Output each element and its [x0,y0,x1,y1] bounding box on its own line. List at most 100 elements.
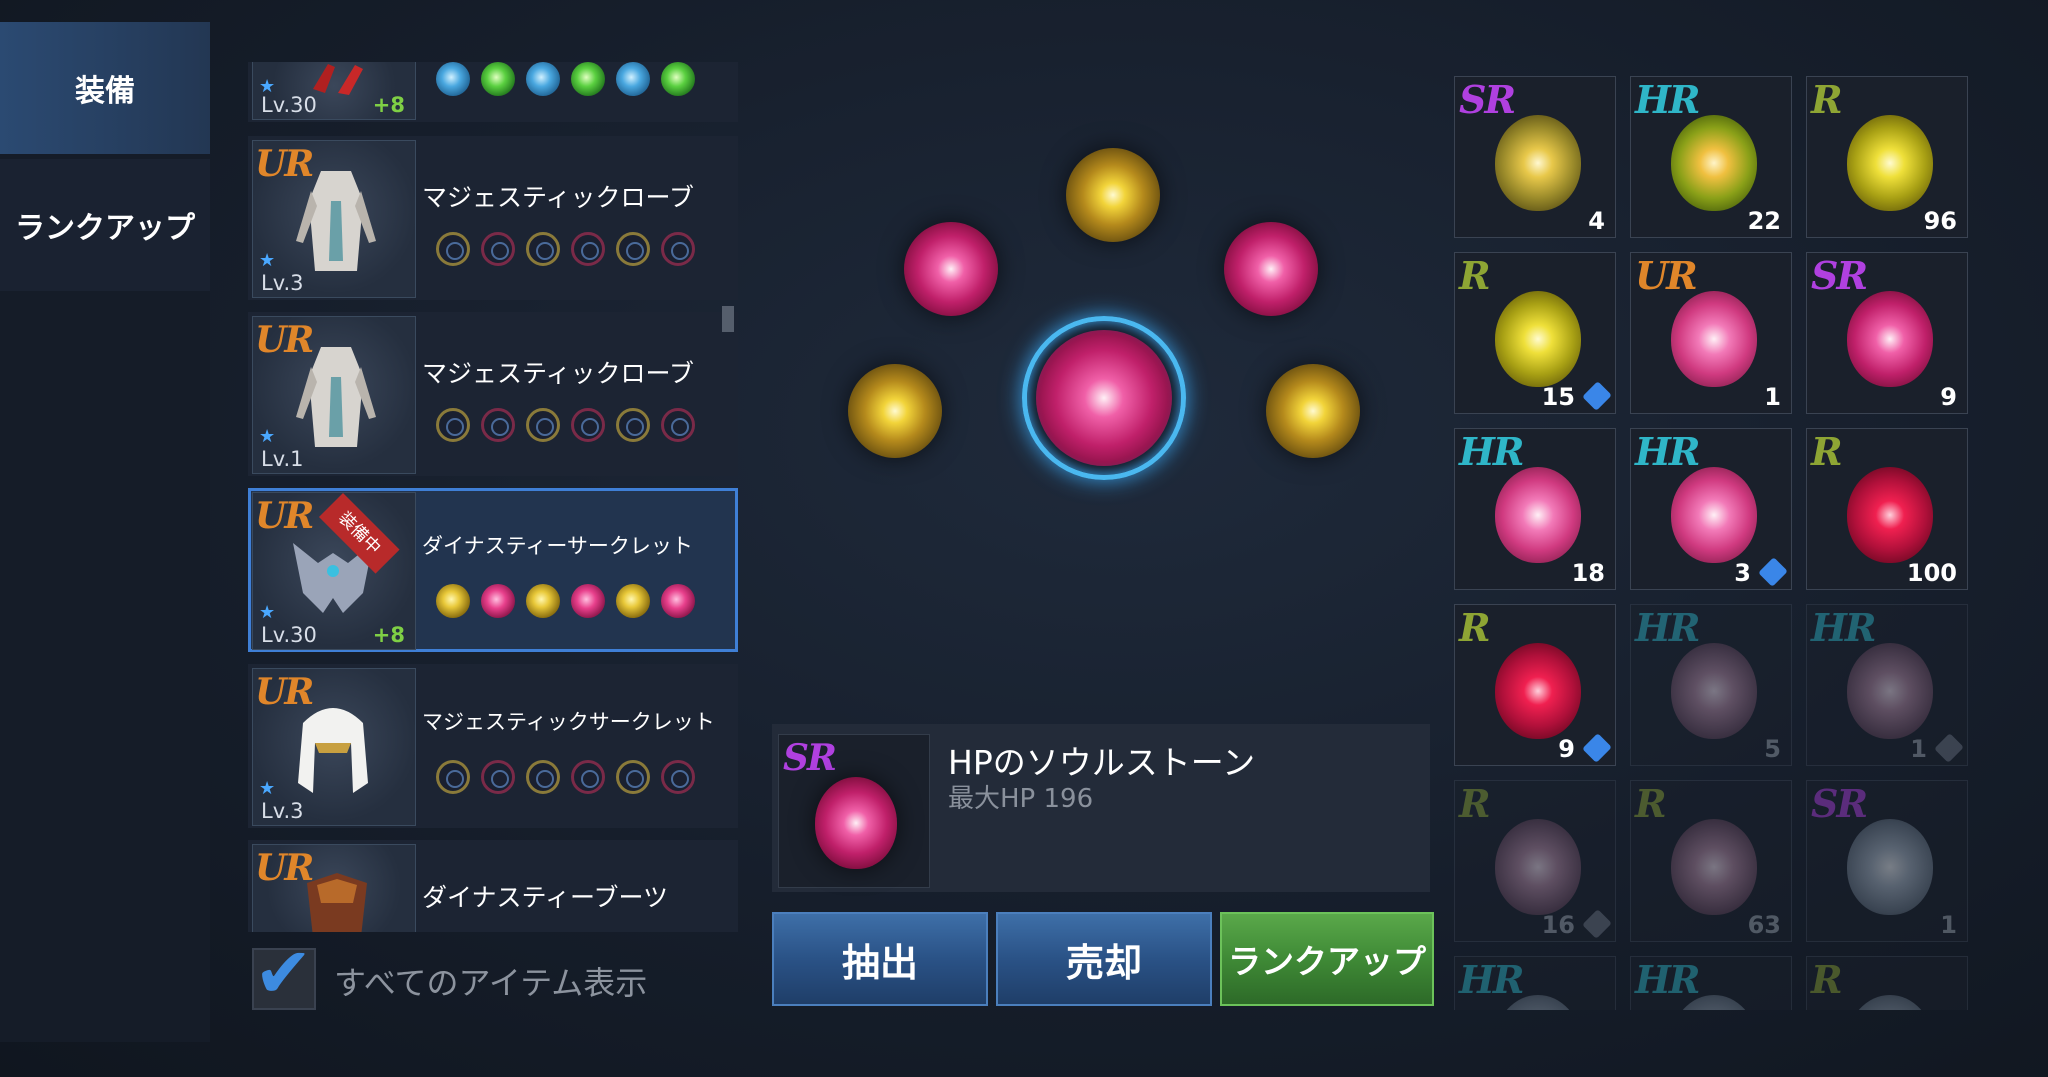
item-thumbnail: UR [252,844,416,932]
item-thumbnail: ★ Lv.30 +8 [252,62,416,120]
empty-socket [436,760,470,794]
stone-count: 100 [1906,559,1957,587]
list-item[interactable]: UR ★ Lv.3 マジェスティックローブ [248,136,738,300]
empty-socket [526,232,560,266]
inventory-slot[interactable]: UR 1 [1630,252,1792,414]
stone-count: 63 [1747,911,1781,939]
socket-yellow-left[interactable] [848,364,942,458]
show-all-checkbox[interactable]: ✔ [252,938,316,1010]
inventory-slot[interactable]: R 9 [1454,604,1616,766]
inventory-slot-disabled[interactable]: R [1806,956,1968,1010]
rankup-button[interactable]: ランクアップ [1220,912,1434,1006]
inventory-slot[interactable]: HR 22 [1630,76,1792,238]
star-icon: ★ [259,778,276,799]
item-level: Lv.3 [261,799,304,823]
soulstone-inventory[interactable]: SR 4 HR 22 R 96 R 15 UR 1 SR 9 HR 18 HR … [1452,74,1972,1010]
soulstone-icon [1847,995,1933,1010]
star-icon: ★ [259,250,276,271]
soulstone-icon [1847,115,1933,211]
rarity-label: R [1811,429,1843,474]
item-thumbnail: UR ★ Lv.1 [252,316,416,474]
inventory-slot-disabled[interactable]: R 63 [1630,780,1792,942]
rarity-label: HR [1635,429,1700,474]
list-item[interactable]: UR ダイナスティーブーツ [248,840,738,932]
inventory-slot[interactable]: SR 4 [1454,76,1616,238]
rarity-label: R [1811,77,1843,122]
inventory-slot[interactable]: R 15 [1454,252,1616,414]
inventory-slot[interactable]: SR 9 [1806,252,1968,414]
empty-socket [481,232,515,266]
item-level: Lv.30 [261,93,317,117]
soulstone-icon [815,777,897,869]
inventory-slot-disabled[interactable]: HR 5 [1630,604,1792,766]
stone-count: 1 [1910,735,1927,763]
empty-socket [481,408,515,442]
empty-socket [481,760,515,794]
rarity-label: R [1811,957,1843,1002]
soulstone-icon [1671,643,1757,739]
rarity-label: SR [1811,781,1868,826]
boots-icon [307,873,367,932]
rarity-label: UR [1635,253,1698,298]
socket-pink-right[interactable] [1224,222,1318,316]
list-item-selected[interactable]: UR 装備中 ★ Lv.30 +8 ダイナスティーサークレット [248,488,738,652]
stone-count: 4 [1588,207,1605,235]
tab-equipment[interactable]: 装備 [0,22,210,154]
socket-yellow-top[interactable] [1066,148,1160,242]
empty-socket [661,760,695,794]
rarity-label: R [1635,781,1667,826]
rarity-label: R [1459,253,1491,298]
soulstone-detail: SR HPのソウルストーン 最大HP 196 [772,724,1430,892]
inventory-slot-disabled[interactable]: R 16 [1454,780,1616,942]
item-name: ダイナスティーブーツ [422,883,669,912]
inventory-slot-disabled[interactable]: HR [1454,956,1616,1010]
rarity-label: HR [1811,605,1876,650]
list-item[interactable]: UR ★ Lv.3 マジェスティックサークレット [248,664,738,828]
soulstone-icon [1671,467,1757,563]
equipment-list[interactable]: ★ Lv.30 +8 UR ★ Lv.3 マジェスティックローブ UR ★ Lv… [248,62,738,932]
list-item[interactable]: ★ Lv.30 +8 [248,62,738,122]
socket-row [436,584,695,618]
extract-button[interactable]: 抽出 [772,912,988,1006]
item-name: ダイナスティーサークレット [422,534,693,558]
inventory-slot[interactable]: R 96 [1806,76,1968,238]
stone-count: 18 [1571,559,1605,587]
inventory-slot[interactable]: HR 3 [1630,428,1792,590]
soulstone-icon [1495,115,1581,211]
stone-count: 15 [1541,383,1575,411]
empty-socket [436,408,470,442]
rarity-label: SR [1811,253,1868,298]
list-scrollbar[interactable] [722,306,734,332]
gem-socket [526,62,560,96]
soulstone-icon [1495,467,1581,563]
inventory-slot-disabled[interactable]: HR [1630,956,1792,1010]
inventory-slot-disabled[interactable]: SR 1 [1806,780,1968,942]
item-level: Lv.1 [261,447,304,471]
rarity-label: HR [1635,605,1700,650]
tab-rankup[interactable]: ランクアップ [0,159,210,291]
star-icon: ★ [259,426,276,447]
hood-icon [298,708,368,793]
blue-gem-icon [1582,381,1612,411]
sell-button[interactable]: 売却 [996,912,1212,1006]
inventory-slot[interactable]: R 100 [1806,428,1968,590]
socket-yellow-right[interactable] [1266,364,1360,458]
soulstone-icon [1847,291,1933,387]
gem-icon [1934,733,1964,763]
inventory-slot[interactable]: HR 18 [1454,428,1616,590]
gem-socket [481,62,515,96]
list-item[interactable]: UR ★ Lv.1 マジェスティックローブ [248,312,738,476]
soulstone-icon [1495,643,1581,739]
detail-name: HPのソウルストーン [948,743,1256,782]
inventory-slot-disabled[interactable]: HR 1 [1806,604,1968,766]
stone-count: 22 [1747,207,1781,235]
empty-socket [526,760,560,794]
soulstone-icon [1847,643,1933,739]
pink-gem-socket [661,584,695,618]
socket-row [436,408,695,442]
empty-socket [616,408,650,442]
empty-socket [616,232,650,266]
rarity-label: R [1459,781,1491,826]
socket-pink-left[interactable] [904,222,998,316]
item-level: Lv.3 [261,271,304,295]
